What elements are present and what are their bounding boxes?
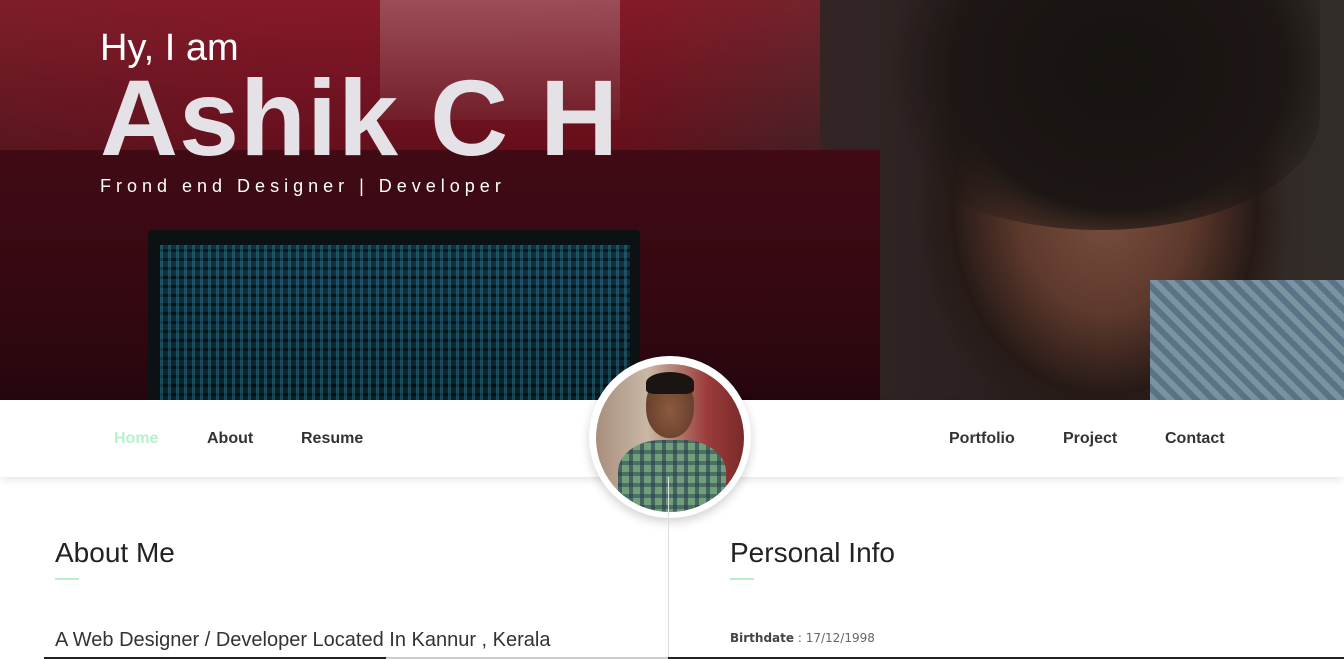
hero-name: Ashik C H [100, 57, 620, 178]
birthdate-row: Birthdate : 17/12/1998 [730, 631, 875, 645]
about-title-underline [55, 578, 79, 580]
nav-portfolio-link[interactable]: Portfolio [949, 430, 1015, 448]
personal-info-section: Personal Info Birthdate : 17/12/1998 [670, 477, 1344, 659]
nav-project-link[interactable]: Project [1063, 430, 1117, 448]
nav-contact-link[interactable]: Contact [1165, 430, 1225, 448]
hero-role: Frond end Designer | Developer [100, 176, 506, 196]
avatar-hair [646, 372, 694, 394]
hero-text-block: Hy, I am Ashik C H Frond end Designer | … [100, 26, 619, 197]
birthdate-value: 17/12/1998 [805, 631, 875, 645]
nav-about-link[interactable]: About [207, 430, 253, 448]
nav-resume-link[interactable]: Resume [301, 430, 363, 448]
birthdate-label: Birthdate [730, 631, 795, 645]
about-title: About Me [55, 537, 175, 568]
about-text: A Web Designer / Developer Located In Ka… [55, 629, 551, 651]
about-section: About Me A Web Designer / Developer Loca… [0, 477, 669, 659]
hero-banner: Hy, I am Ashik C H Frond end Designer | … [0, 0, 1344, 400]
personal-info-title-underline [730, 578, 754, 580]
personal-info-title: Personal Info [730, 537, 895, 568]
nav-home-link[interactable]: Home [114, 430, 158, 448]
